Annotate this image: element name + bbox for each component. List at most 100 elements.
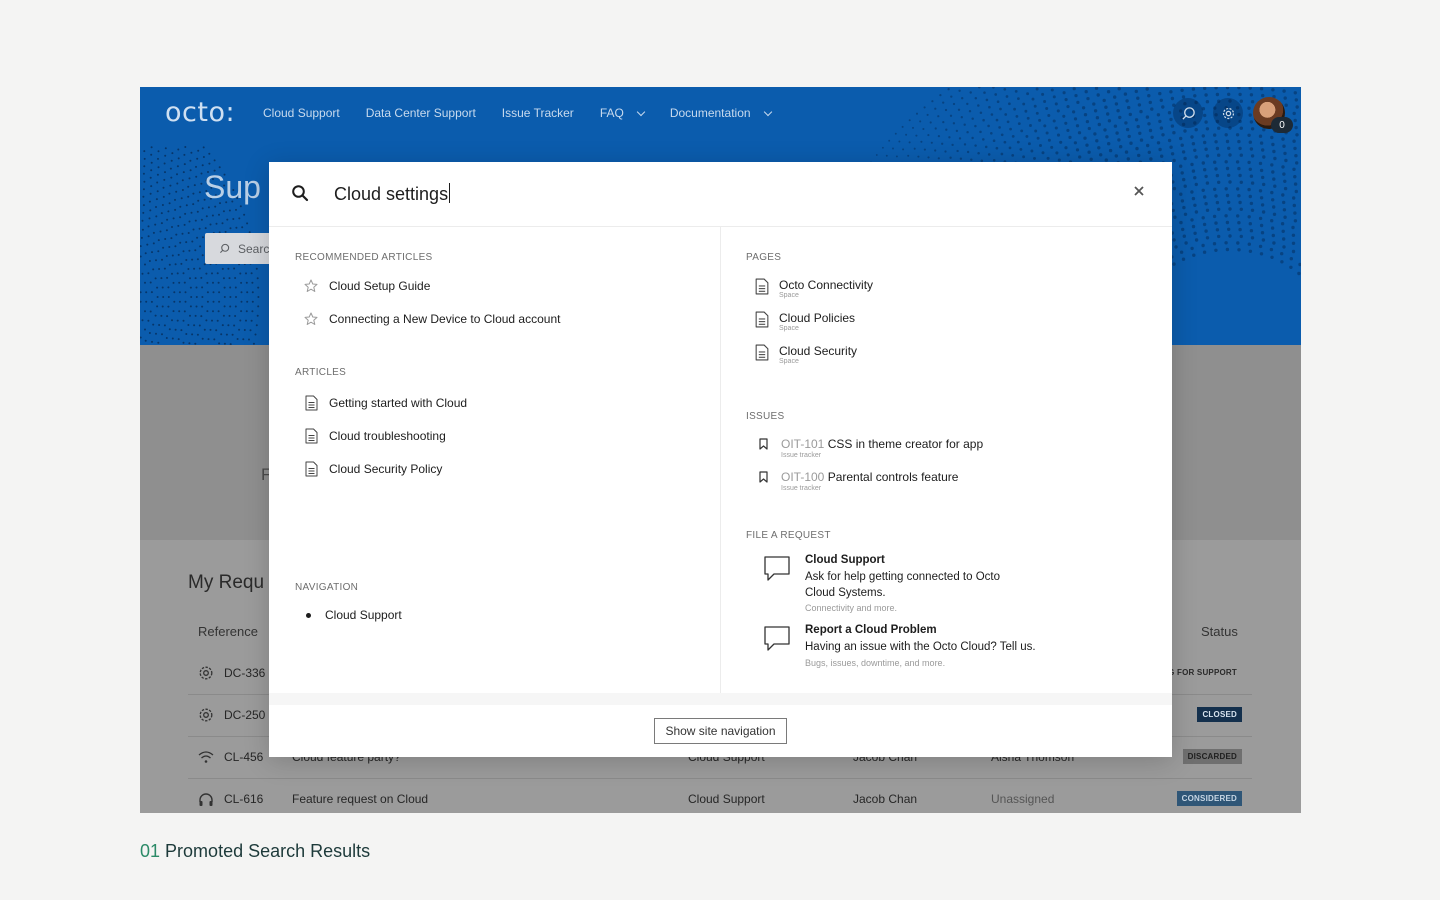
row-reference: DC-336 xyxy=(224,666,266,680)
hero-title: Sup xyxy=(204,169,261,205)
document-icon xyxy=(305,461,317,477)
bookmark-icon xyxy=(759,471,768,483)
notification-badge: 0 xyxy=(1271,117,1293,133)
row-reporter: Jacob Chan xyxy=(853,792,918,806)
header-actions: 0 xyxy=(1173,97,1293,133)
top-navigation: Cloud Support Data Center Support Issue … xyxy=(263,106,797,120)
gear-icon xyxy=(199,708,213,722)
column-reference[interactable]: Reference xyxy=(198,624,258,639)
page-item[interactable]: Cloud Policies Space xyxy=(755,311,955,337)
request-title: Report a Cloud Problem xyxy=(805,624,937,636)
issue-source: Issue tracker xyxy=(781,452,822,459)
navigation-label: Cloud Support xyxy=(325,608,402,622)
search-bar: Cloud settings xyxy=(269,162,1172,227)
search-modal: Cloud settings RECOMMENDED ARTICLES Clou… xyxy=(269,162,1172,757)
octo-logo[interactable]: octo: xyxy=(165,97,235,128)
row-reference: DC-250 xyxy=(224,708,266,722)
footer-separator xyxy=(269,693,1172,705)
chevron-down-icon xyxy=(763,107,772,116)
page-type: Space xyxy=(779,292,799,299)
bullet-icon xyxy=(305,612,311,618)
article-item[interactable]: Getting started with Cloud xyxy=(303,395,467,411)
section-navigation: NAVIGATION xyxy=(295,582,359,593)
page-title: Octo Connectivity xyxy=(779,278,874,292)
search-input[interactable]: Cloud settings xyxy=(334,183,451,205)
nav-issue-tracker[interactable]: Issue Tracker xyxy=(502,106,574,120)
request-subtitle: Bugs, issues, downtime, and more. xyxy=(805,658,946,668)
request-type-item[interactable]: Report a Cloud Problem Having an issue w… xyxy=(763,624,1043,670)
article-item[interactable]: Cloud Security Policy xyxy=(303,461,442,477)
close-button[interactable] xyxy=(1132,184,1146,198)
request-title: Cloud Support xyxy=(805,554,885,566)
article-title: Cloud Setup Guide xyxy=(329,279,431,293)
page-type: Space xyxy=(779,358,799,365)
row-project: Cloud Support xyxy=(688,792,765,806)
issue-title: OIT-101 CSS in theme creator for app xyxy=(781,437,983,451)
search-query-text: Cloud settings xyxy=(334,184,449,204)
table-row[interactable]: CL-616 Feature request on Cloud Cloud Su… xyxy=(188,779,1252,813)
issue-source: Issue tracker xyxy=(781,485,822,492)
article-title: Getting started with Cloud xyxy=(329,396,468,410)
page-item[interactable]: Octo Connectivity Space xyxy=(755,278,955,304)
request-description: Having an issue with the Octo Cloud? Tel… xyxy=(805,641,1036,653)
headset-icon xyxy=(199,793,213,806)
recommended-article-item[interactable]: Connecting a New Device to Cloud account xyxy=(303,312,560,326)
row-summary: Feature request on Cloud xyxy=(292,792,429,806)
header-search-button[interactable] xyxy=(1173,98,1203,128)
speech-bubble-icon xyxy=(764,626,790,651)
row-reference: CL-616 xyxy=(224,792,264,806)
navigation-item[interactable]: Cloud Support xyxy=(303,608,402,622)
my-requests-title: My Requ xyxy=(188,572,265,593)
issue-item[interactable]: OIT-100 Parental controls feature Issue … xyxy=(755,470,1005,496)
user-avatar[interactable]: 0 xyxy=(1253,97,1293,133)
caption-number: 01 xyxy=(140,841,161,861)
request-description: Ask for help getting connected to Octo C… xyxy=(805,571,1000,599)
column-divider xyxy=(720,227,721,693)
document-icon xyxy=(755,311,769,328)
nav-faq[interactable]: FAQ xyxy=(600,106,646,120)
bookmark-icon xyxy=(759,438,768,450)
nav-documentation[interactable]: Documentation xyxy=(670,106,772,120)
nav-data-center-support[interactable]: Data Center Support xyxy=(366,106,476,120)
hero-search-placeholder: Searc xyxy=(238,241,270,256)
row-reference: CL-456 xyxy=(224,750,264,764)
star-icon xyxy=(304,279,318,292)
figure-caption: 01 Promoted Search Results xyxy=(140,841,370,862)
wifi-icon xyxy=(198,751,214,763)
article-item[interactable]: Cloud troubleshooting xyxy=(303,428,446,444)
column-status[interactable]: Status xyxy=(1201,624,1238,639)
gear-icon xyxy=(199,666,213,680)
issue-summary: Parental controls feature xyxy=(827,470,959,484)
document-icon xyxy=(755,278,769,295)
status-badge: DISCARDED xyxy=(1182,749,1242,764)
section-pages: PAGES xyxy=(746,252,782,263)
page-title: Cloud Policies xyxy=(779,311,856,325)
section-issues: ISSUES xyxy=(746,411,785,422)
article-title: Connecting a New Device to Cloud account xyxy=(329,312,561,326)
issue-key: OIT-100 xyxy=(781,470,825,484)
page-title: Cloud Security xyxy=(779,344,858,358)
search-icon xyxy=(292,185,309,202)
document-icon xyxy=(755,344,769,361)
page-item[interactable]: Cloud Security Space xyxy=(755,344,955,370)
issue-title: OIT-100 Parental controls feature xyxy=(781,470,958,484)
article-title: Cloud troubleshooting xyxy=(329,429,446,443)
issue-summary: CSS in theme creator for app xyxy=(827,437,984,451)
caption-text: Promoted Search Results xyxy=(165,841,371,861)
request-subtitle: Connectivity and more. xyxy=(805,603,898,613)
document-icon xyxy=(305,428,317,444)
article-title: Cloud Security Policy xyxy=(329,462,443,476)
section-file-a-request: FILE A REQUEST xyxy=(746,530,831,541)
issue-item[interactable]: OIT-101 CSS in theme creator for app Iss… xyxy=(755,437,1005,463)
chevron-down-icon xyxy=(636,107,646,116)
row-assignee: Unassigned xyxy=(991,792,1055,806)
page-type: Space xyxy=(779,325,799,332)
search-icon xyxy=(1181,106,1195,120)
nav-cloud-support[interactable]: Cloud Support xyxy=(263,106,340,120)
show-site-navigation-button[interactable]: Show site navigation xyxy=(654,718,787,744)
header-settings-button[interactable] xyxy=(1213,98,1243,128)
recommended-article-item[interactable]: Cloud Setup Guide xyxy=(303,279,430,293)
request-type-item[interactable]: Cloud Support Ask for help getting conne… xyxy=(763,554,1043,613)
section-recommended-articles: RECOMMENDED ARTICLES xyxy=(295,252,433,263)
issue-key: OIT-101 xyxy=(781,437,825,451)
